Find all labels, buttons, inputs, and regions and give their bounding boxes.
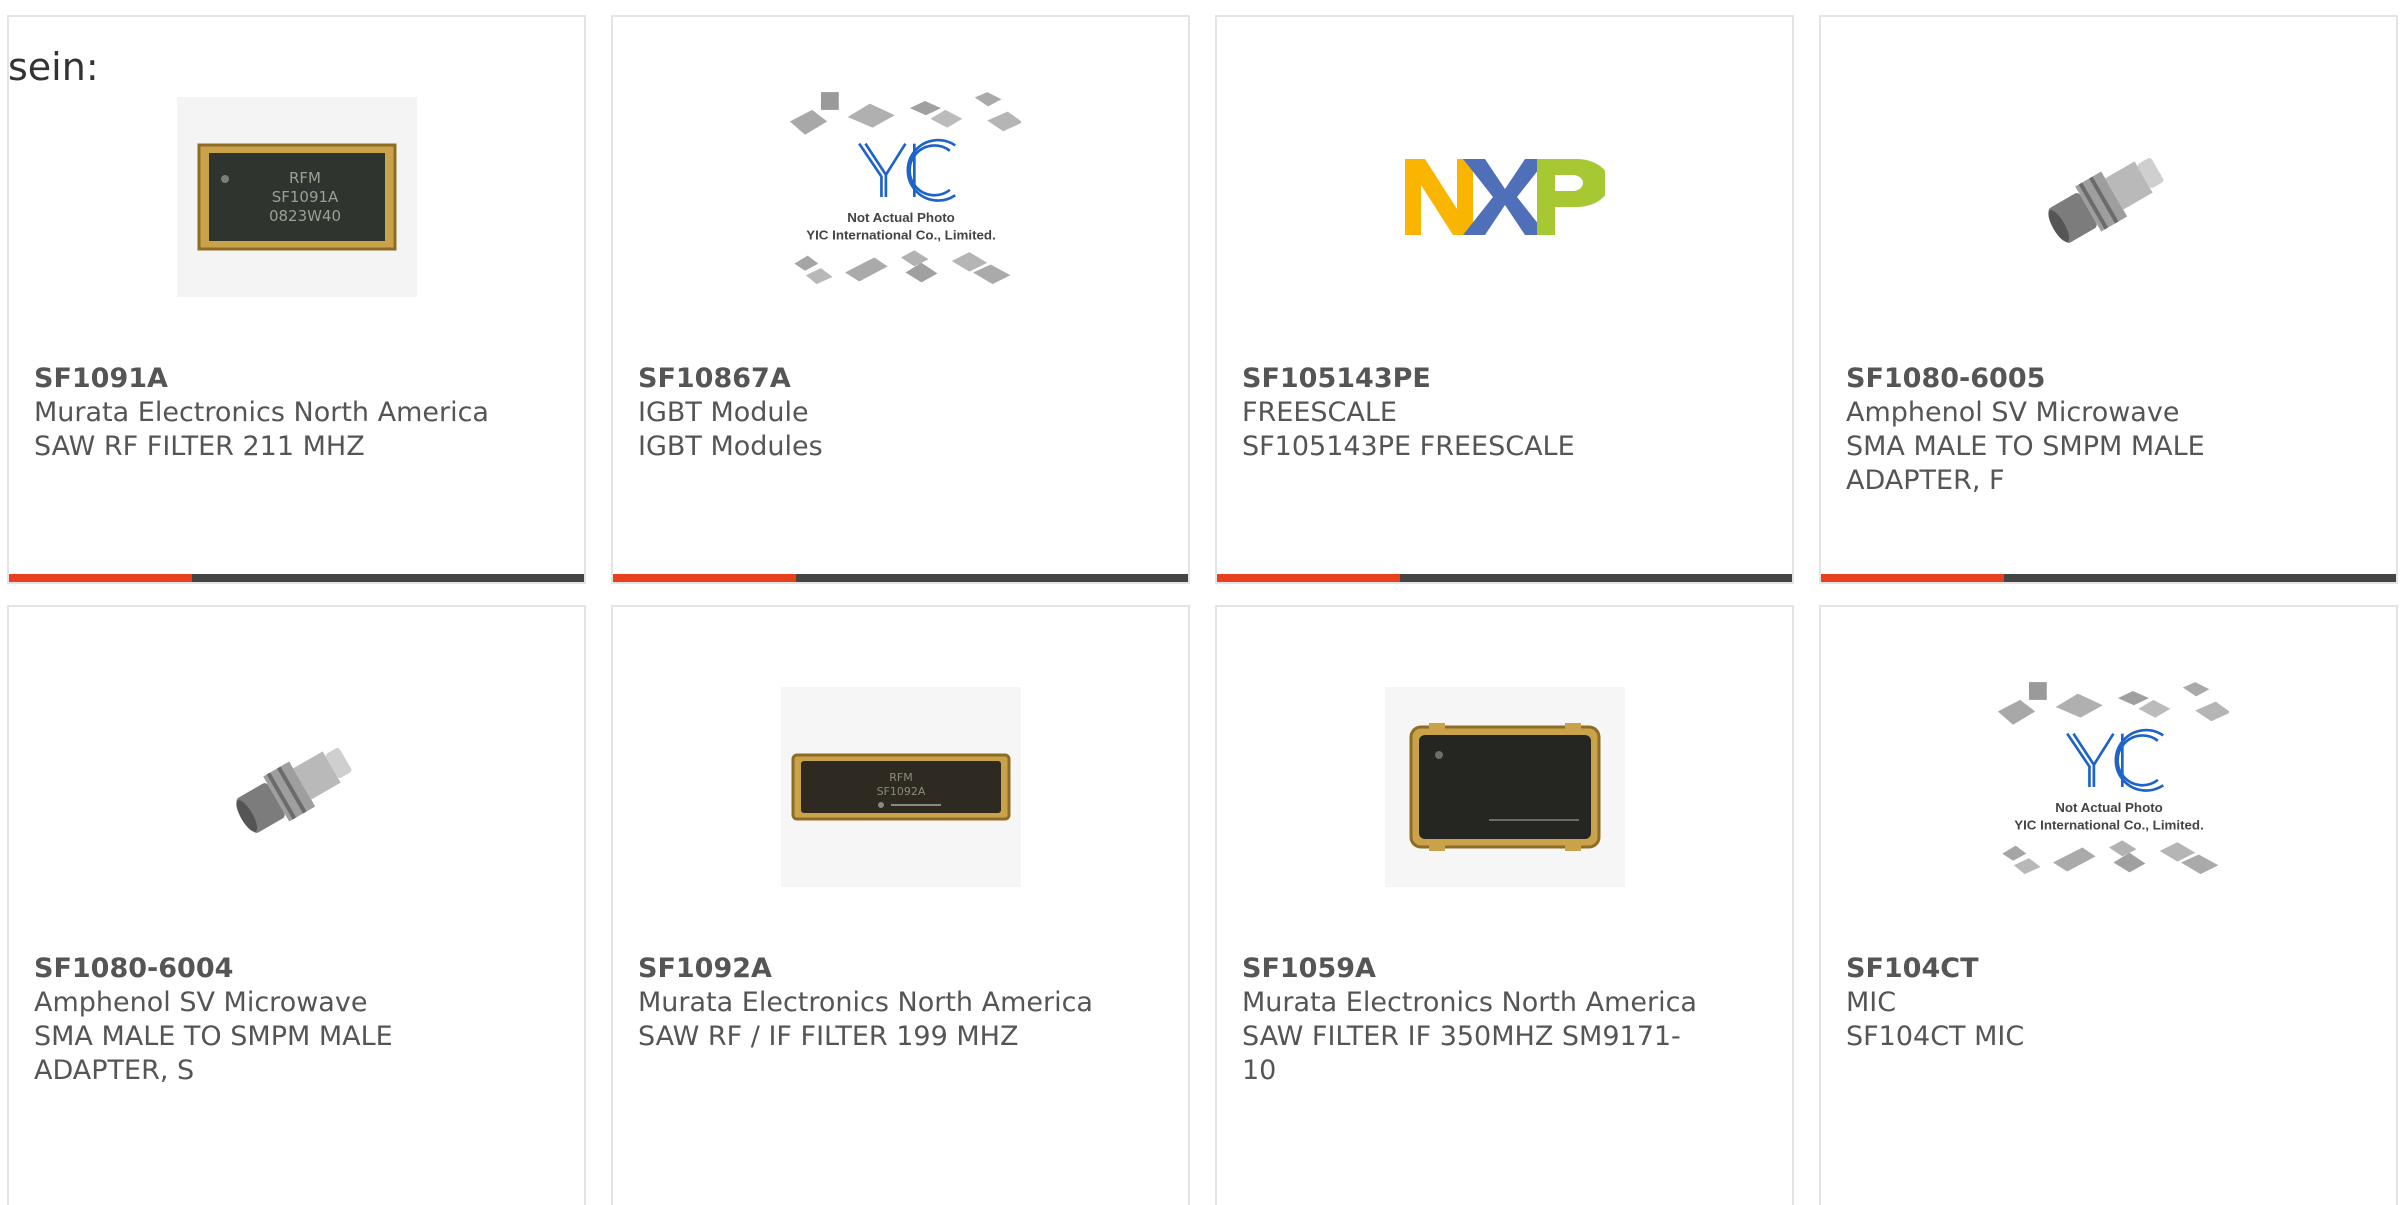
product-description: SAW RF / IF FILTER 199 MHZ [638, 1021, 1019, 1052]
product-info: SF1080-6004 Amphenol SV Microwave SMA MA… [34, 952, 559, 1088]
yic-logo-icon [857, 138, 956, 202]
placeholder-company: YIC International Co., Limited. [2014, 818, 2204, 833]
product-image[interactable]: RFM SF1092A [780, 667, 1021, 907]
product-image[interactable] [1989, 77, 2229, 317]
placeholder-caption: Not Actual Photo [2055, 800, 2163, 815]
card-accent-bar [613, 574, 1188, 582]
product-description: SMA MALE TO SMPM MALE [34, 1021, 393, 1052]
product-description: SAW FILTER IF 350MHZ SM9171- [1242, 1021, 1681, 1052]
product-info: SF105143PE FREESCALE SF105143PE FREESCAL… [1242, 362, 1767, 464]
svg-text:RFM: RFM [889, 771, 912, 784]
page-heading: sein: [8, 45, 99, 89]
product-card[interactable]: RFM SF1091A 0823W40 SF1091A Murata Elect… [7, 15, 586, 584]
svg-text:RFM: RFM [289, 169, 321, 187]
product-description: SF105143PE FREESCALE [1242, 431, 1575, 462]
svg-text:SF1091A: SF1091A [271, 188, 338, 206]
product-image[interactable] [1384, 667, 1625, 907]
yic-logo-icon [2065, 728, 2164, 792]
product-info: SF1080-6005 Amphenol SV Microwave SMA MA… [1846, 362, 2371, 498]
product-description-cont: ADAPTER, F [1846, 465, 2005, 496]
placeholder-company: YIC International Co., Limited. [806, 228, 996, 243]
product-part-number[interactable]: SF1059A [1242, 952, 1767, 986]
card-accent-bar [9, 574, 584, 582]
product-grid: RFM SF1091A 0823W40 SF1091A Murata Elect… [7, 15, 2400, 1205]
product-info: SF1092A Murata Electronics North America… [638, 952, 1163, 1054]
nxp-logo-icon [1404, 159, 1605, 235]
svg-text:0823W40: 0823W40 [268, 207, 340, 225]
product-manufacturer: Murata Electronics North America [638, 987, 1093, 1018]
product-description-cont: 10 [1242, 1055, 1277, 1086]
product-info: SF1059A Murata Electronics North America… [1242, 952, 1767, 1088]
product-part-number[interactable]: SF105143PE [1242, 362, 1767, 396]
product-manufacturer: Murata Electronics North America [1242, 987, 1697, 1018]
product-card[interactable]: SF105143PE FREESCALE SF105143PE FREESCAL… [1215, 15, 1794, 584]
product-description: SMA MALE TO SMPM MALE [1846, 431, 2205, 462]
product-card[interactable]: RFM SF1092A SF1092A Murata Electronics N… [611, 605, 1190, 1205]
product-image-placeholder[interactable]: Not Actual Photo YIC International Co., … [781, 77, 1021, 317]
placeholder-caption: Not Actual Photo [847, 210, 955, 225]
product-part-number[interactable]: SF1080-6004 [34, 952, 559, 986]
product-card[interactable]: SF1080-6004 Amphenol SV Microwave SMA MA… [7, 605, 586, 1205]
product-image[interactable]: RFM SF1091A 0823W40 [176, 77, 417, 317]
product-image[interactable] [1385, 77, 1625, 317]
product-description: IGBT Modules [638, 431, 823, 462]
product-part-number[interactable]: SF1080-6005 [1846, 362, 2371, 396]
product-description: SAW RF FILTER 211 MHZ [34, 431, 365, 462]
product-manufacturer: IGBT Module [638, 397, 809, 428]
product-part-number[interactable]: SF10867A [638, 362, 1163, 396]
card-accent-bar [1821, 574, 2396, 582]
product-part-number[interactable]: SF1091A [34, 362, 559, 396]
product-manufacturer: Amphenol SV Microwave [1846, 397, 2180, 428]
product-info: SF104CT MIC SF104CT MIC [1846, 952, 2371, 1054]
product-image[interactable] [177, 667, 417, 907]
product-info: SF1091A Murata Electronics North America… [34, 362, 559, 464]
product-description-cont: ADAPTER, S [34, 1055, 195, 1086]
card-accent-bar [1217, 574, 1792, 582]
product-manufacturer: FREESCALE [1242, 397, 1397, 428]
product-image-placeholder[interactable]: Not Actual Photo YIC International Co., … [1989, 667, 2229, 907]
product-card[interactable]: SF1059A Murata Electronics North America… [1215, 605, 1794, 1205]
product-card[interactable]: Not Actual Photo YIC International Co., … [1819, 605, 2398, 1205]
product-manufacturer: Murata Electronics North America [34, 397, 489, 428]
product-manufacturer: Amphenol SV Microwave [34, 987, 368, 1018]
product-card[interactable]: Not Actual Photo YIC International Co., … [611, 15, 1190, 584]
svg-text:SF1092A: SF1092A [876, 785, 925, 798]
product-card[interactable]: SF1080-6005 Amphenol SV Microwave SMA MA… [1819, 15, 2398, 584]
product-part-number[interactable]: SF104CT [1846, 952, 2371, 986]
product-part-number[interactable]: SF1092A [638, 952, 1163, 986]
product-description: SF104CT MIC [1846, 1021, 2025, 1052]
product-info: SF10867A IGBT Module IGBT Modules [638, 362, 1163, 464]
product-manufacturer: MIC [1846, 987, 1897, 1018]
